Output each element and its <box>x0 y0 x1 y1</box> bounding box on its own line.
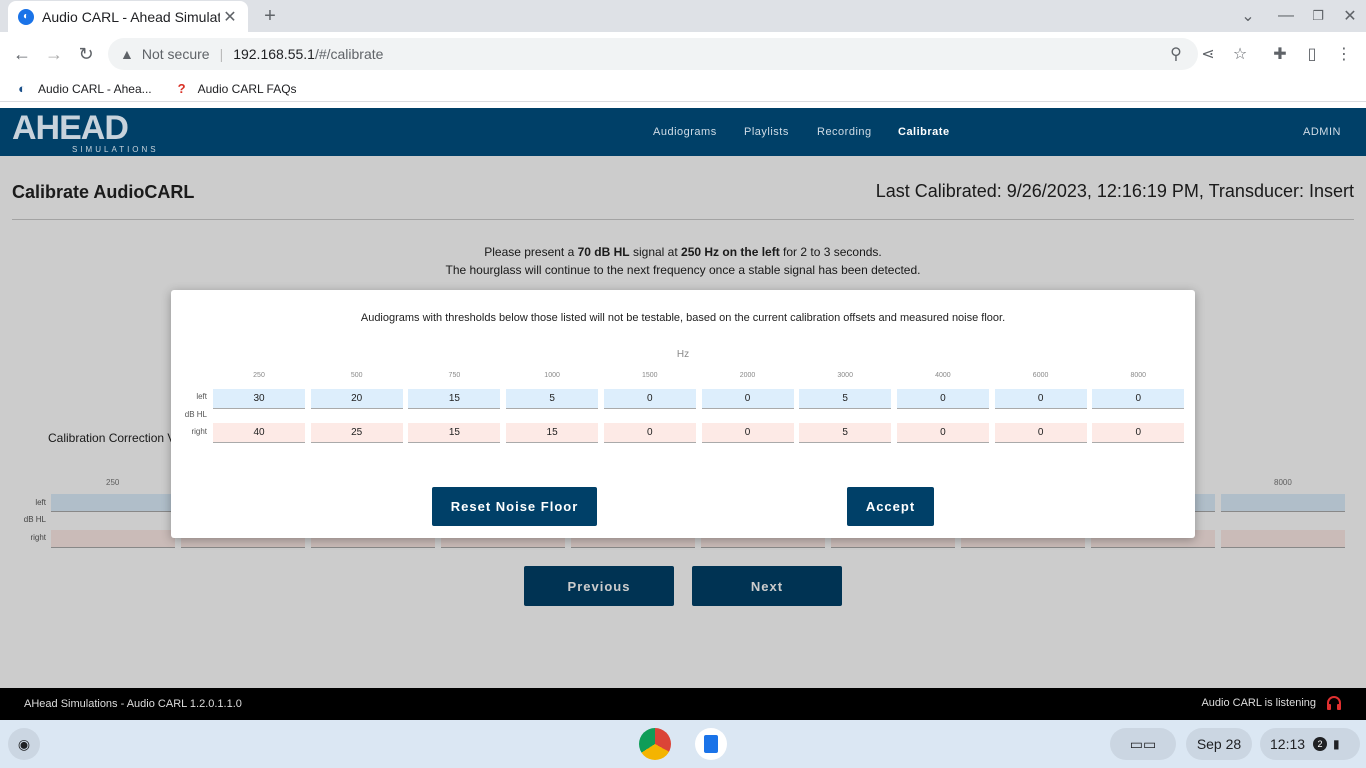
zoom-icon[interactable]: ⚲ <box>1164 42 1188 66</box>
tab-title: Audio CARL - Ahead Simulations <box>42 8 220 25</box>
bookmark-star-icon[interactable]: ☆ <box>1228 42 1252 66</box>
left-threshold-cell: 0 <box>994 389 1087 409</box>
shelf-date[interactable]: Sep 28 <box>1186 728 1252 760</box>
dialog-message: Audiograms with thresholds below those l… <box>360 312 1006 324</box>
right-threshold-cell: 0 <box>994 423 1087 443</box>
logo-main: AHEAD <box>12 109 129 147</box>
browser-tab[interactable]: ◐ Audio CARL - Ahead Simulations ✕ <box>8 1 248 32</box>
noise-floor-dialog: Audiograms with thresholds below those l… <box>171 290 1195 538</box>
extensions-icon[interactable]: ✚ <box>1268 42 1292 66</box>
holding-space-icon[interactable]: ▭▭ <box>1110 728 1176 760</box>
new-tab-icon[interactable]: + <box>258 4 282 28</box>
tab-search-chevron-icon[interactable]: ⌄ <box>1236 4 1260 28</box>
nav-admin[interactable]: ADMIN <box>1303 126 1341 138</box>
right-threshold-cell: 0 <box>896 423 989 443</box>
left-threshold-cell: 30 <box>213 389 305 409</box>
ahead-logo[interactable]: AHEAD SIMULATIONS <box>12 109 156 154</box>
tab-close-icon[interactable]: ✕ <box>220 7 240 27</box>
right-threshold-cell: 0 <box>1092 423 1185 443</box>
freq-header: 250 <box>253 372 265 379</box>
window-close-icon[interactable]: ✕ <box>1338 4 1362 28</box>
os-shelf: ◉ ▭▭ Sep 28 12:13 2 ▮ <box>0 720 1366 768</box>
left-threshold-cell: 15 <box>408 389 501 409</box>
nav-playlists[interactable]: Playlists <box>744 126 789 138</box>
left-threshold-cell: 0 <box>701 389 794 409</box>
url-path: /#/calibrate <box>314 46 384 62</box>
right-threshold-cell: 15 <box>506 423 599 443</box>
status-area[interactable]: 12:13 2 ▮ <box>1260 728 1360 760</box>
right-threshold-cell: 25 <box>310 423 403 443</box>
left-threshold-cell: 5 <box>799 389 892 409</box>
share-icon[interactable]: ⋖ <box>1196 42 1220 66</box>
row-left-label: left <box>196 392 207 401</box>
bookmark-label: Audio CARL FAQs <box>197 81 297 96</box>
freq-header: 8000 <box>1130 372 1147 379</box>
freq-header: 2000 <box>739 372 756 379</box>
freq-header: 6000 <box>1032 372 1049 379</box>
logo-sub: SIMULATIONS <box>72 145 159 154</box>
bookmark-label: Audio CARL - Ahea... <box>38 81 152 96</box>
left-threshold-cell: 0 <box>1092 389 1185 409</box>
bookmark-audio-carl[interactable]: ◐ Audio CARL - Ahea... <box>14 81 152 97</box>
listening-status: Audio CARL is listening <box>1201 697 1316 709</box>
accept-button[interactable]: Accept <box>847 487 934 526</box>
freq-header: 750 <box>448 372 461 379</box>
right-threshold-cell: 15 <box>408 423 501 443</box>
row-right-label: right <box>191 427 207 436</box>
bookmark-favicon-icon: ◐ <box>18 81 26 96</box>
nav-audiograms[interactable]: Audiograms <box>653 126 717 138</box>
right-threshold-cell: 0 <box>603 423 696 443</box>
bookmarks-bar: ◐ Audio CARL - Ahea... ? Audio CARL FAQs <box>0 76 1366 102</box>
left-threshold-cell: 20 <box>310 389 403 409</box>
question-icon: ? <box>177 81 186 96</box>
headphones-icon <box>1326 695 1342 711</box>
notification-count: 2 <box>1313 737 1328 751</box>
back-icon[interactable]: ← <box>10 42 34 66</box>
hz-axis-label: Hz <box>676 349 690 360</box>
launcher-icon[interactable]: ◉ <box>8 728 40 760</box>
app-footer: AHead Simulations - Audio CARL 1.2.0.1.1… <box>0 688 1366 720</box>
security-label: Not secure <box>141 46 210 62</box>
forward-icon[interactable]: → <box>42 42 66 66</box>
browser-toolbar: ← → ↻ ▲ Not secure | 192.168.55.1/#/cali… <box>0 32 1366 76</box>
site-favicon-icon: ◐ <box>18 8 34 25</box>
nav-calibrate[interactable]: Calibrate <box>898 126 950 138</box>
freq-header: 1500 <box>642 372 658 379</box>
files-app-icon[interactable] <box>695 728 727 760</box>
left-threshold-cell: 0 <box>603 389 696 409</box>
url-host: 192.168.55.1 <box>233 46 315 62</box>
menu-icon[interactable]: ⋮ <box>1332 42 1356 66</box>
left-threshold-cell: 5 <box>506 389 599 409</box>
url-separator: | <box>219 46 224 62</box>
battery-icon: ▮ <box>1333 737 1340 751</box>
version-text: AHead Simulations - Audio CARL 1.2.0.1.1… <box>24 698 242 710</box>
warning-icon[interactable]: ▲ <box>120 46 134 62</box>
reload-icon[interactable]: ↻ <box>74 42 98 66</box>
minimize-icon[interactable]: — <box>1274 4 1298 28</box>
row-unit-label: dB HL <box>184 410 207 419</box>
right-threshold-cell: 0 <box>701 423 794 443</box>
side-panel-icon[interactable]: ▯ <box>1300 42 1324 66</box>
tab-strip: ◐ Audio CARL - Ahead Simulations ✕ + ⌄ —… <box>0 0 1366 32</box>
freq-header: 3000 <box>837 372 853 379</box>
left-threshold-cell: 0 <box>896 389 989 409</box>
address-bar[interactable]: ▲ Not secure | 192.168.55.1/#/calibrate <box>108 38 1198 70</box>
freq-header: 500 <box>350 372 363 379</box>
reset-noise-floor-button[interactable]: Reset Noise Floor <box>432 487 597 526</box>
nav-recording[interactable]: Recording <box>817 126 872 138</box>
restore-icon[interactable]: ❐ <box>1306 4 1330 28</box>
shelf-time: 12:13 <box>1270 736 1306 752</box>
right-threshold-cell: 5 <box>799 423 892 443</box>
freq-header: 1000 <box>544 372 560 379</box>
right-threshold-cell: 40 <box>213 423 305 443</box>
freq-header: 4000 <box>935 372 951 379</box>
bookmark-audio-carl-faqs[interactable]: ? Audio CARL FAQs <box>174 81 297 97</box>
chrome-app-icon[interactable] <box>639 728 671 760</box>
